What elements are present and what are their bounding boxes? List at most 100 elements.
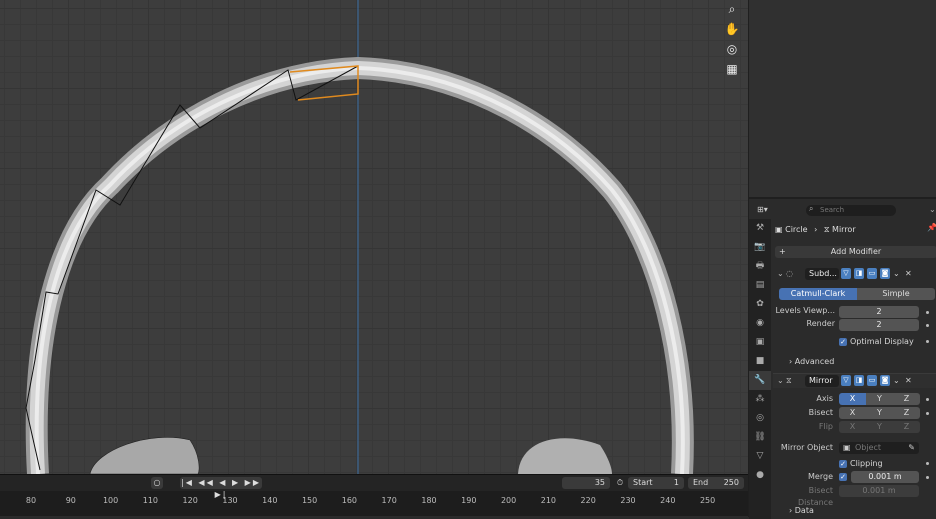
edit-cage-icon[interactable]: ▽ <box>841 268 851 279</box>
physics-tab-icon[interactable]: ◎ <box>749 409 771 428</box>
3d-viewport[interactable]: ⌕ ✋ ◎ ▦ <box>0 0 748 474</box>
flip-y-toggle[interactable]: Y <box>866 421 893 433</box>
bisect-label: Bisect <box>808 408 833 417</box>
bisect-x-toggle[interactable]: X <box>839 407 866 419</box>
keyframe-dot[interactable] <box>926 476 929 479</box>
flip-label: Flip <box>818 422 833 431</box>
editmode-icon[interactable]: ◨ <box>854 375 864 386</box>
remove-modifier-icon[interactable]: ✕ <box>905 267 912 281</box>
frame-tick-label: 250 <box>699 496 716 505</box>
dropdown-icon[interactable]: ⌄ <box>893 267 900 281</box>
end-frame-field[interactable]: End 250 <box>688 477 744 489</box>
keyframe-dot[interactable] <box>926 324 929 327</box>
current-frame-field[interactable]: 35 <box>562 477 610 489</box>
levels-viewport-field[interactable]: 2 <box>839 306 919 318</box>
grid-icon[interactable]: ▦ <box>723 60 741 78</box>
hand-icon[interactable]: ✋ <box>723 20 741 38</box>
edit-cage-icon[interactable]: ▽ <box>841 375 851 386</box>
subdivision-modifier-header[interactable]: ⌄ ◌ Subd... ▽ ◨ ▭ ◙ ⌄ ✕ <box>773 267 936 281</box>
chevron-right-icon: › <box>789 506 793 515</box>
keyframe-dot[interactable] <box>926 340 929 343</box>
flip-z-toggle[interactable]: Z <box>893 421 920 433</box>
frame-tick-label: 220 <box>580 496 596 505</box>
viewport-display-icon[interactable]: ▭ <box>867 375 877 386</box>
frame-tick-label: 120 <box>182 496 198 505</box>
frame-tick-label: 240 <box>660 496 676 505</box>
camera-icon[interactable]: ◎ <box>723 40 741 58</box>
modifier-tab-icon[interactable]: 🔧 <box>749 371 771 390</box>
playback-controls[interactable]: |◀ ◀◀ ◀ ▶ ▶▶ ▶| <box>180 477 262 499</box>
eyedropper-icon[interactable]: ✎ <box>908 442 915 454</box>
frame-tick-label: 190 <box>461 496 477 505</box>
bisect-y-toggle[interactable]: Y <box>866 407 893 419</box>
frame-tick-label: 170 <box>381 496 397 505</box>
keyframe-dot[interactable] <box>926 462 929 465</box>
object-tab-icon[interactable]: ■ <box>749 352 771 371</box>
catmull-clark-toggle[interactable]: Catmull-Clark <box>779 288 857 300</box>
axis-z-toggle[interactable]: Z <box>893 393 920 405</box>
stopwatch-icon[interactable]: ⏱ <box>614 477 626 489</box>
mirror-name-field[interactable]: Mirror <box>805 375 839 387</box>
render-display-icon[interactable]: ◙ <box>880 375 890 386</box>
viewport-scene <box>25 0 694 474</box>
render-display-icon[interactable]: ◙ <box>880 268 890 279</box>
timeline: ○ |◀ ◀◀ ◀ ▶ ▶▶ ▶| 35 ⏱ Start 1 End 250 80 9… <box>0 474 748 516</box>
editmode-icon[interactable]: ◨ <box>854 268 864 279</box>
axis-label: Axis <box>816 394 833 403</box>
particles-tab-icon[interactable]: ⁂ <box>749 390 771 409</box>
clipping-checkbox[interactable]: ✓ <box>839 460 847 468</box>
options-chevron-icon[interactable]: ⌄ <box>929 205 936 214</box>
bisect-z-toggle[interactable]: Z <box>893 407 920 419</box>
merge-checkbox[interactable]: ✓ <box>839 473 847 481</box>
zoom-icon[interactable]: ⌕ <box>723 0 741 18</box>
frame-tick-label: 160 <box>341 496 358 505</box>
merge-distance-field[interactable]: 0.001 m <box>851 471 919 483</box>
object-icon: ▣ <box>843 443 851 452</box>
view-layer-tab-icon[interactable]: ▤ <box>749 276 771 295</box>
keyframe-dot[interactable] <box>926 398 929 401</box>
dropdown-icon[interactable]: ⌄ <box>893 374 900 388</box>
keyframe-dot[interactable] <box>926 412 929 415</box>
mirror-modifier-header[interactable]: ⌄ ⧖ Mirror ▽ ◨ ▭ ◙ ⌄ ✕ <box>773 373 936 388</box>
mirror-object-field[interactable]: ▣ Object ✎ <box>839 442 919 454</box>
start-frame-field[interactable]: Start 1 <box>628 477 684 489</box>
render-tab-icon[interactable]: 📷 <box>749 238 771 257</box>
search-input[interactable]: Search <box>806 205 896 216</box>
keyframe-dot[interactable] <box>926 311 929 314</box>
world-tab-icon[interactable]: ◉ <box>749 314 771 333</box>
bisect-distance-field[interactable]: 0.001 m <box>839 485 919 497</box>
remove-modifier-icon[interactable]: ✕ <box>905 374 912 388</box>
keyframe-icon[interactable]: ○ <box>151 477 163 489</box>
material-tab-icon[interactable]: ● <box>749 466 771 485</box>
advanced-panel[interactable]: › Advanced <box>789 355 834 368</box>
collapse-chevron-icon[interactable]: ⌄ <box>777 267 784 281</box>
optimal-display-checkbox[interactable]: ✓ <box>839 338 847 346</box>
flip-x-toggle[interactable]: X <box>839 421 866 433</box>
scene-tab-icon[interactable]: ✿ <box>749 295 771 314</box>
constraints-tab-icon[interactable]: ⛓ <box>749 428 771 447</box>
output-tab-icon[interactable]: 🖶 <box>749 257 771 276</box>
pin-icon[interactable]: 📌 <box>927 223 936 232</box>
collapse-chevron-icon[interactable]: ⌄ <box>777 374 784 388</box>
collection-tab-icon[interactable]: ▣ <box>749 333 771 352</box>
plus-icon: + <box>779 247 786 256</box>
subdivision-name-field[interactable]: Subd... <box>805 268 839 280</box>
simple-toggle[interactable]: Simple <box>857 288 935 300</box>
axis-x-toggle[interactable]: X <box>839 393 866 405</box>
add-modifier-button[interactable]: + Add Modifier <box>775 246 936 258</box>
frame-ruler[interactable]: 80 90 100 110 120 130 140 150 160 170 180 190 200 210… <box>0 492 748 516</box>
chevron-right-icon: › <box>789 357 793 366</box>
viewport-nav: ⌕ ✋ ◎ ▦ <box>723 0 743 80</box>
playback-bar: ○ |◀ ◀◀ ◀ ▶ ▶▶ ▶| 35 ⏱ Start 1 End 250 <box>0 475 748 499</box>
editor-type-icon[interactable]: ⊞▾ <box>757 205 768 214</box>
axis-y-toggle[interactable]: Y <box>866 393 893 405</box>
viewport-display-icon[interactable]: ▭ <box>867 268 877 279</box>
tool-tab-icon[interactable]: ⚒ <box>749 219 771 238</box>
ear-left-mesh <box>89 437 200 474</box>
render-levels-field[interactable]: 2 <box>839 319 919 331</box>
data-tab-icon[interactable]: ▽ <box>749 447 771 466</box>
mirror-object-label: Mirror Object <box>780 443 833 452</box>
frame-tick-label: 130 <box>222 496 238 505</box>
frame-tick-label: 180 <box>421 496 437 505</box>
data-panel[interactable]: › Data <box>789 504 814 517</box>
